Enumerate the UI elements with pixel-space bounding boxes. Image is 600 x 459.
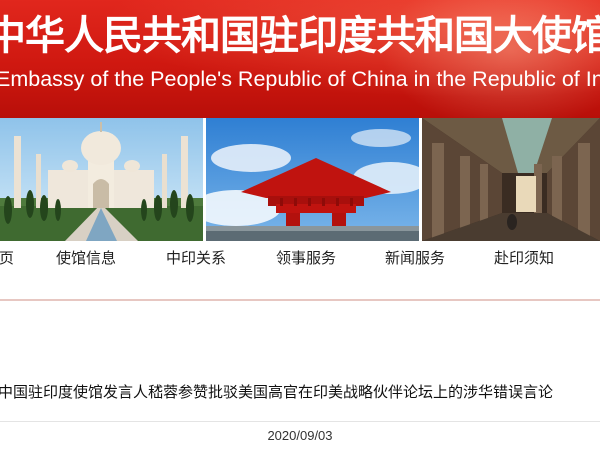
temple-corridor-photo bbox=[422, 118, 600, 241]
banner-title-english: Embassy of the People's Republic of Chin… bbox=[0, 67, 600, 91]
main-navigation: 首页 使馆信息 中印关系 领事服务 新闻服务 赴印须知 bbox=[0, 241, 600, 301]
article-headline[interactable]: 中国驻印度使馆发言人嵇蓉参赞批驳美国高官在印美战略伙伴论坛上的涉华错误言论 bbox=[0, 380, 553, 404]
nav-item-home[interactable]: 首页 bbox=[0, 247, 14, 269]
embassy-banner: 中华人民共和国驻印度共和国大使馆 Embassy of the People's… bbox=[0, 0, 600, 118]
nav-item-consular-services[interactable]: 领事服务 bbox=[276, 247, 336, 269]
nav-item-embassy-info[interactable]: 使馆信息 bbox=[56, 247, 116, 269]
banner-photo-strip bbox=[0, 118, 600, 241]
banner-title-chinese: 中华人民共和国驻印度共和国大使馆 bbox=[0, 12, 600, 59]
taj-mahal-photo bbox=[0, 118, 203, 241]
nav-item-news-services[interactable]: 新闻服务 bbox=[385, 247, 445, 269]
publish-date: 2020/09/03 bbox=[267, 428, 333, 443]
china-pavilion-photo bbox=[206, 118, 419, 241]
nav-item-travel-to-india-notes[interactable]: 赴印须知 bbox=[494, 247, 554, 269]
headline-divider bbox=[0, 421, 600, 422]
nav-item-china-india-relations[interactable]: 中印关系 bbox=[166, 247, 226, 269]
